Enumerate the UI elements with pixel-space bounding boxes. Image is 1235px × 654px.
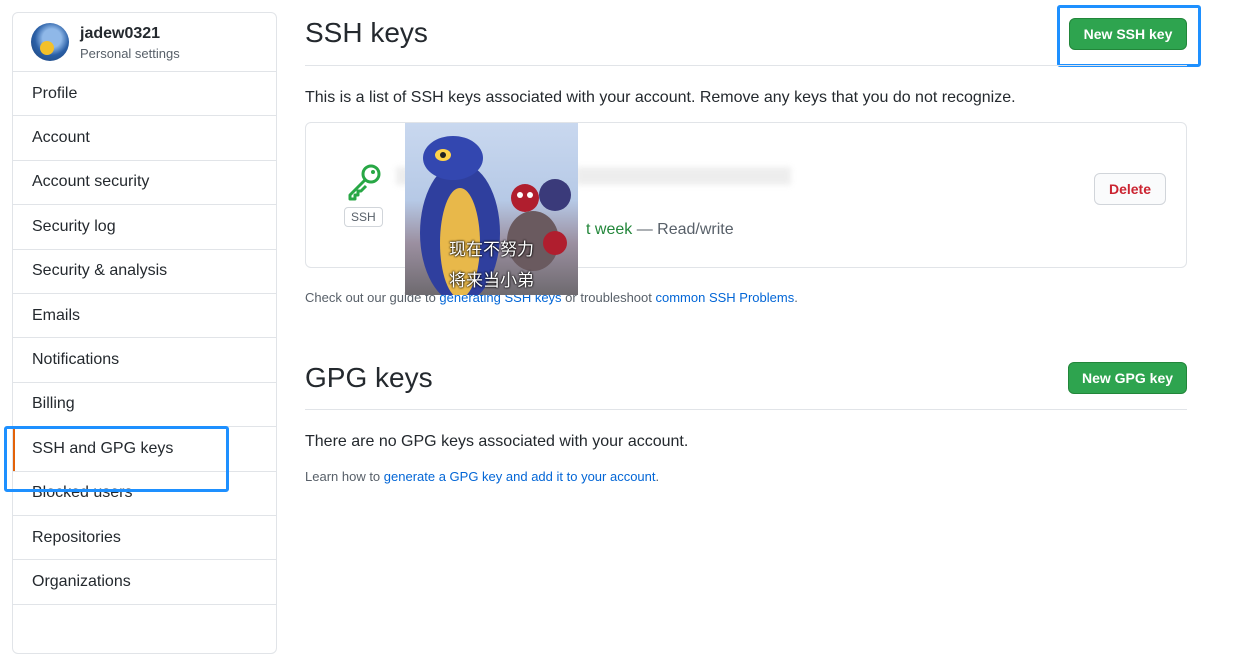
sidebar-item-label: Emails [32, 306, 81, 324]
key-icon [348, 164, 381, 201]
ssh-keys-title: SSH keys [305, 17, 428, 48]
key-fingerprint-redacted [576, 167, 791, 185]
key-last-used: t week — Read/write [586, 221, 734, 239]
sidebar-user-header: jadew0321 Personal settings [13, 13, 276, 72]
sidebar-item-label: Security log [32, 217, 116, 235]
sidebar-item-label: Account [32, 129, 90, 147]
key-last-used-time: t week [586, 221, 633, 238]
sidebar-item-blocked-users[interactable]: Blocked users [13, 472, 276, 516]
ssh-footer-suffix: . [794, 290, 798, 305]
sidebar-item-label: Security & analysis [32, 262, 168, 280]
sidebar-item-label: Notifications [32, 351, 120, 369]
gpg-keys-title: GPG keys [305, 362, 433, 393]
gpg-learn-prefix: Learn how to [305, 469, 384, 484]
sidebar-item-account[interactable]: Account [13, 116, 276, 161]
settings-sidebar: jadew0321 Personal settings Profile Accou… [12, 12, 277, 654]
gpg-learn-suffix: . [655, 469, 660, 484]
personal-settings-label: Personal settings [80, 46, 180, 61]
sidebar-item-label: Profile [32, 84, 78, 102]
sidebar-item-label: Organizations [32, 572, 131, 590]
meme-caption-line1: 现在不努力 [449, 240, 534, 260]
sidebar-item-label: SSH and GPG keys [32, 439, 174, 457]
sidebar-item-label: Blocked users [32, 484, 133, 502]
sidebar-item-emails[interactable]: Emails [13, 294, 276, 339]
sidebar-item-profile[interactable]: Profile [13, 72, 276, 117]
key-access: — Read/write [636, 221, 734, 238]
divider [305, 65, 1187, 66]
ssh-description: This is a list of SSH keys associated wi… [305, 89, 1016, 106]
ssh-badge: SSH [344, 207, 383, 227]
sidebar-item-account-security[interactable]: Account security [13, 161, 276, 206]
meme-caption-line2: 将来当小弟 [449, 271, 534, 291]
username[interactable]: jadew0321 [80, 25, 160, 43]
avatar[interactable] [31, 23, 69, 61]
sidebar-item-repositories[interactable]: Repositories [13, 516, 276, 561]
sidebar-item-organizations[interactable]: Organizations [13, 560, 276, 605]
sidebar-item-billing[interactable]: Billing [13, 383, 276, 428]
delete-ssh-key-button[interactable]: Delete [1094, 173, 1166, 205]
sidebar-item-label: Billing [32, 395, 75, 413]
new-ssh-key-button[interactable]: New SSH key [1069, 18, 1187, 50]
new-gpg-key-button[interactable]: New GPG key [1068, 362, 1187, 394]
meme-overlay-image: 现在不努力 将来当小弟 [405, 123, 578, 295]
gpg-learn-help: Learn how to generate a GPG key and add … [305, 469, 659, 484]
generate-gpg-key-link[interactable]: generate a GPG key and add it to your ac… [384, 469, 656, 484]
sidebar-item-label: Account security [32, 173, 150, 191]
sidebar-item-ssh-and-gpg-keys[interactable]: SSH and GPG keys [13, 427, 276, 472]
gpg-empty-message: There are no GPG keys associated with yo… [305, 433, 689, 450]
sidebar-item-security-and-analysis[interactable]: Security & analysis [13, 250, 276, 294]
divider [305, 409, 1187, 410]
sidebar-item-security-log[interactable]: Security log [13, 205, 276, 250]
common-ssh-problems-link[interactable]: common SSH Problems [656, 290, 795, 305]
sidebar-item-label: Repositories [32, 528, 121, 546]
sidebar-item-notifications[interactable]: Notifications [13, 338, 276, 383]
